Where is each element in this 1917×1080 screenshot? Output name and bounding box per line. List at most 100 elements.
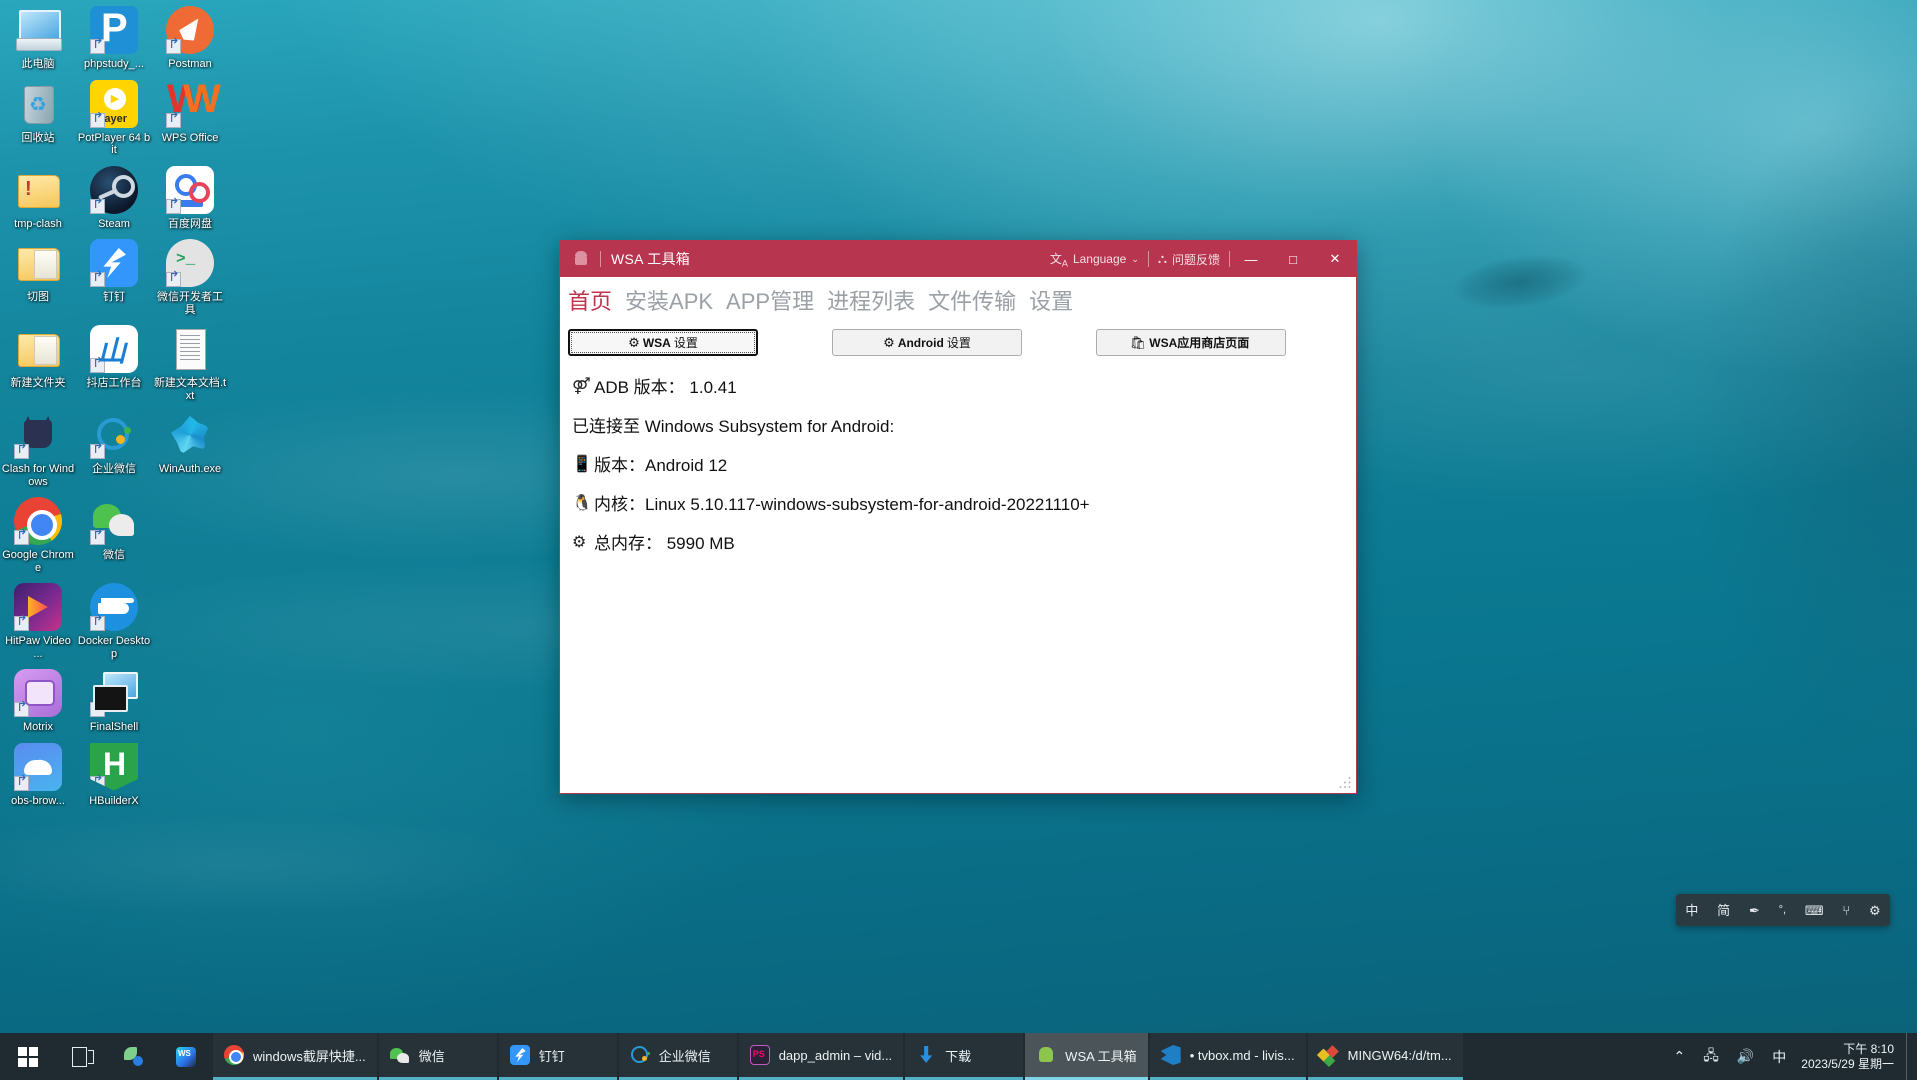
desktop-icon-PotPlayer 64 bit[interactable]: Player PotPlayer 64 bit bbox=[76, 79, 152, 157]
ime-mode-chinese[interactable]: 中 bbox=[1685, 904, 1698, 917]
btn-store-bold-label: WSA应用商店页面 bbox=[1149, 336, 1250, 350]
desktop-icon-此电脑[interactable]: 此电脑 bbox=[0, 6, 76, 71]
taskbar-item-phpstorm[interactable]: dapp_admin – vid... bbox=[738, 1033, 904, 1080]
desktop-icon-微信[interactable]: 微信 bbox=[76, 497, 152, 574]
desktop-icon-label: 切图 bbox=[27, 291, 49, 303]
desktop-icon-切图[interactable]: 切图 bbox=[0, 239, 76, 316]
wallpaper-stingray bbox=[1423, 219, 1617, 345]
taskbar-item-label: 下载 bbox=[945, 1048, 972, 1064]
feedback-button[interactable]: ⛬ 问题反馈 bbox=[1149, 241, 1229, 277]
taskbar-item-label: 钉钉 bbox=[538, 1048, 565, 1064]
language-button[interactable]: 文A Language ⌄ bbox=[1041, 241, 1148, 277]
desktop-icon-HBuilderX[interactable]: HBuilderX bbox=[76, 742, 152, 808]
android-icon: 📱 bbox=[572, 455, 592, 473]
art-txt-icon bbox=[166, 325, 214, 373]
shortcut-overlay-icon bbox=[90, 444, 105, 459]
ime-punctuation-icon[interactable]: °, bbox=[1779, 904, 1786, 916]
start-button[interactable] bbox=[0, 1033, 56, 1080]
desktop-icon-企业微信[interactable]: 企业微信 bbox=[76, 411, 152, 488]
desktop[interactable]: 此电脑 phpstudy_... Postman 回收站 Player PotPlayer… bbox=[0, 0, 1917, 1080]
show-desktop-button[interactable] bbox=[1906, 1033, 1913, 1080]
desktop-icon-钉钉[interactable]: 钉钉 bbox=[76, 239, 152, 316]
ime-indicator[interactable]: 中 bbox=[1763, 1033, 1795, 1080]
taskbar-item-wsa-toolbox[interactable]: WSA 工具箱 bbox=[1025, 1033, 1148, 1080]
desktop-icon-WinAuth.exe[interactable]: WinAuth.exe bbox=[152, 411, 228, 488]
shortcut-overlay-icon bbox=[90, 272, 105, 287]
ime-simplified[interactable]: 简 bbox=[1717, 904, 1730, 917]
maximize-button[interactable]: □ bbox=[1272, 241, 1314, 277]
adb-version-line: ⚤ ADB 版本： 1.0.41 bbox=[572, 373, 1356, 398]
taskbar-item-downloads[interactable]: 下载 bbox=[905, 1033, 1024, 1080]
taskbar-item-dingtalk[interactable]: 钉钉 bbox=[498, 1033, 617, 1080]
desktop-icon-row: Google Chrome 微信 bbox=[0, 497, 230, 583]
close-button[interactable]: ✕ bbox=[1314, 241, 1356, 277]
shortcut-overlay-icon bbox=[14, 530, 29, 545]
flower-app-icon[interactable] bbox=[108, 1033, 160, 1080]
taskbar[interactable]: windows截屏快捷... 微信 钉钉 企业微信 dapp_admin – vid..… bbox=[0, 1033, 1917, 1080]
wsa-toolbox-window[interactable]: WSA 工具箱 文A Language ⌄ ⛬ 问题反馈 — □ ✕ 首页 安装A… bbox=[559, 240, 1357, 794]
tab-APP管理[interactable]: APP管理 bbox=[726, 287, 814, 317]
ime-tray-icon[interactable]: ⑂ bbox=[1842, 904, 1850, 917]
volume-icon[interactable]: 🔊 bbox=[1728, 1033, 1763, 1080]
desktop-icon-label: 新建文本文档.txt bbox=[153, 377, 227, 402]
desktop-icon-Docker Desktop[interactable]: Docker Desktop bbox=[76, 583, 152, 660]
shortcut-overlay-icon bbox=[90, 39, 105, 54]
desktop-icon-回收站[interactable]: 回收站 bbox=[0, 80, 76, 157]
desktop-icon-新建文本文档.txt[interactable]: 新建文本文档.txt bbox=[152, 325, 228, 402]
btn-wsa[interactable]: ⚙ WSA 设置 bbox=[568, 329, 758, 356]
ime-settings-icon[interactable]: ⚙ bbox=[1869, 904, 1881, 917]
desktop-icon-抖店工作台[interactable]: 抖店工作台 bbox=[76, 325, 152, 402]
taskbar-item-vscode[interactable]: • tvbox.md - livis... bbox=[1149, 1033, 1306, 1080]
shortcut-overlay-icon bbox=[90, 530, 105, 545]
tab-设置[interactable]: 设置 bbox=[1029, 287, 1073, 317]
desktop-icon-row: 此电脑 phpstudy_... Postman bbox=[0, 6, 230, 80]
desktop-icon-HitPaw Video ...[interactable]: HitPaw Video ... bbox=[0, 583, 76, 660]
tab-首页[interactable]: 首页 bbox=[568, 287, 612, 317]
window-titlebar[interactable]: WSA 工具箱 文A Language ⌄ ⛬ 问题反馈 — □ ✕ bbox=[560, 241, 1356, 277]
show-hidden-icons-chevron[interactable]: ⌃ bbox=[1664, 1033, 1694, 1080]
desktop-icon-Clash for Windows[interactable]: Clash for Windows bbox=[0, 411, 76, 488]
desktop-icon-row: Motrix FinalShell bbox=[0, 669, 230, 743]
ime-floating-bar[interactable]: 中 简 ✒ °, ⌨ ⑂ ⚙ bbox=[1676, 894, 1890, 926]
desktop-icon-WPS Office[interactable]: WPS Office bbox=[152, 77, 228, 157]
desktop-icon-Motrix[interactable]: Motrix bbox=[0, 669, 76, 734]
desktop-icon-obs-brow...[interactable]: obs-brow... bbox=[0, 742, 76, 808]
window-resize-grip[interactable] bbox=[1338, 775, 1353, 790]
shortcut-overlay-icon bbox=[166, 198, 181, 214]
desktop-icon-新建文件夹[interactable]: 新建文件夹 bbox=[0, 325, 76, 402]
art-wps-icon bbox=[166, 77, 221, 128]
art-clash-icon bbox=[14, 411, 62, 459]
desktop-icon-label: WPS Office bbox=[161, 131, 219, 144]
desktop-icon-微信开发者工具[interactable]: 微信开发者工具 bbox=[152, 239, 228, 316]
desktop-icon-FinalShell[interactable]: FinalShell bbox=[76, 669, 152, 734]
tab-进程列表[interactable]: 进程列表 bbox=[827, 287, 915, 317]
task-view-icon[interactable] bbox=[56, 1033, 108, 1080]
webstorm-icon[interactable] bbox=[160, 1033, 212, 1080]
tab-安装APK[interactable]: 安装APK bbox=[625, 287, 713, 317]
btn-store[interactable]: 🛍 WSA应用商店页面 bbox=[1096, 329, 1286, 356]
desktop-icon-phpstudy_...[interactable]: phpstudy_... bbox=[76, 6, 152, 71]
system-tray: ⌃ 🖧 🔊 中 下午 8:10 2023/5/29 星期一 bbox=[1664, 1033, 1917, 1080]
tab-文件传输[interactable]: 文件传输 bbox=[928, 287, 1016, 317]
clock[interactable]: 下午 8:10 2023/5/29 星期一 bbox=[1795, 1033, 1906, 1080]
taskbar-item-chrome[interactable]: windows截屏快捷... bbox=[213, 1033, 377, 1080]
ime-keyboard-icon[interactable]: ⌨ bbox=[1805, 904, 1824, 917]
desktop-icon-label: Google Chrome bbox=[2, 549, 74, 574]
desktop-icon-百度网盘[interactable]: 百度网盘 bbox=[152, 165, 228, 231]
taskbar-item-mingw64[interactable]: MINGW64:/d/tm... bbox=[1307, 1033, 1463, 1080]
desktop-icon-label: 百度网盘 bbox=[168, 217, 212, 230]
chevron-down-icon: ⌄ bbox=[1131, 253, 1139, 264]
taskbar-item-wechat[interactable]: 微信 bbox=[378, 1033, 497, 1080]
minimize-button[interactable]: — bbox=[1230, 241, 1272, 277]
desktop-icon-tmp-clash[interactable]: tmp-clash bbox=[0, 166, 76, 231]
adb-icon: ⚤ bbox=[572, 377, 591, 395]
ime-pen-icon[interactable]: ✒ bbox=[1749, 904, 1760, 917]
windows-logo-icon bbox=[18, 1046, 38, 1067]
desktop-icon-Postman[interactable]: Postman bbox=[152, 6, 228, 71]
network-icon[interactable]: 🖧 bbox=[1694, 1033, 1728, 1080]
desktop-icon-Steam[interactable]: Steam bbox=[76, 165, 152, 231]
art-pc-icon bbox=[14, 6, 62, 54]
desktop-icon-Google Chrome[interactable]: Google Chrome bbox=[0, 497, 76, 574]
btn-android[interactable]: ⚙ Android 设置 bbox=[832, 329, 1022, 356]
taskbar-item-wecom[interactable]: 企业微信 bbox=[618, 1033, 737, 1080]
